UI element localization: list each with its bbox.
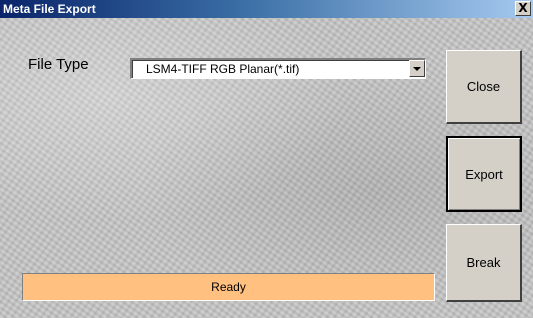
close-button[interactable]: Close [446, 50, 522, 124]
file-type-dropdown[interactable]: LSM4-TIFF RGB Planar(*.tif) [130, 58, 426, 79]
export-button[interactable]: Export [446, 136, 522, 212]
title-bar[interactable]: Meta File Export X [0, 0, 533, 18]
file-type-selected-value: LSM4-TIFF RGB Planar(*.tif) [146, 62, 300, 76]
file-type-label: File Type [28, 56, 89, 73]
status-text: Ready [211, 280, 246, 294]
break-button[interactable]: Break [446, 224, 522, 302]
close-icon[interactable]: X [515, 1, 531, 16]
window-title: Meta File Export [3, 2, 96, 16]
dropdown-button[interactable] [409, 60, 425, 77]
meta-file-export-window: Meta File Export X File Type LSM4-TIFF R… [0, 0, 533, 318]
chevron-down-icon [413, 67, 421, 71]
status-bar: Ready [22, 273, 435, 301]
